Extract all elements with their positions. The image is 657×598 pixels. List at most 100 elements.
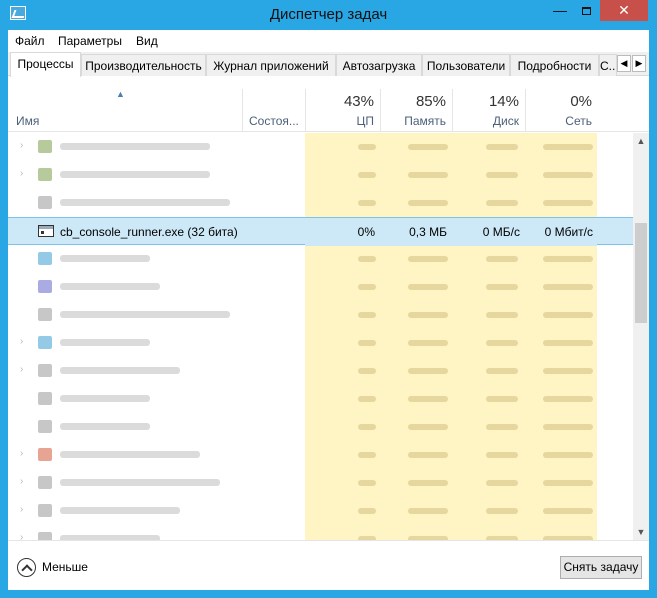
value-blurred — [543, 312, 593, 318]
value-blurred — [486, 284, 518, 290]
process-icon — [38, 308, 52, 321]
process-icon — [38, 504, 52, 517]
expand-chevron-icon[interactable]: › — [20, 448, 23, 459]
expand-chevron-icon[interactable]: › — [20, 168, 23, 179]
value-blurred — [486, 312, 518, 318]
col-memory[interactable]: Память — [404, 114, 446, 128]
col-name[interactable]: Имя — [16, 114, 39, 128]
scroll-down-icon[interactable]: ▼ — [633, 524, 649, 540]
tab-details[interactable]: Подробности — [510, 54, 599, 76]
value-blurred — [486, 256, 518, 262]
expand-chevron-icon[interactable]: › — [20, 364, 23, 375]
process-name-blurred — [60, 255, 150, 262]
process-name: cb_console_runner.exe (32 бита) — [60, 225, 238, 239]
value-blurred — [486, 200, 518, 206]
menu-view[interactable]: Вид — [136, 34, 158, 48]
tab-scroll-right-icon[interactable]: ▶ — [632, 55, 646, 72]
scroll-up-icon[interactable]: ▲ — [633, 133, 649, 149]
maximize-icon — [581, 7, 591, 16]
expand-chevron-icon[interactable]: › — [20, 504, 23, 515]
close-button[interactable]: ✕ — [600, 0, 648, 21]
value-blurred — [543, 368, 593, 374]
expand-chevron-icon[interactable]: › — [20, 336, 23, 347]
process-icon — [38, 280, 52, 293]
process-row[interactable] — [8, 245, 633, 273]
value-blurred — [408, 424, 448, 430]
process-row[interactable] — [8, 385, 633, 413]
value-blurred — [408, 312, 448, 318]
process-row[interactable] — [8, 413, 633, 441]
col-cpu[interactable]: ЦП — [356, 114, 374, 128]
process-row[interactable]: › — [8, 497, 633, 525]
expand-chevron-icon[interactable]: › — [20, 140, 23, 151]
value-blurred — [486, 340, 518, 346]
process-row[interactable] — [8, 301, 633, 329]
col-network[interactable]: Сеть — [565, 114, 592, 128]
fewer-details-icon[interactable] — [17, 558, 36, 577]
process-icon — [38, 252, 52, 265]
value-blurred — [408, 200, 448, 206]
expand-chevron-icon[interactable]: › — [20, 532, 23, 540]
value-blurred — [543, 480, 593, 486]
process-name-blurred — [60, 367, 180, 374]
memory-total[interactable]: 85% — [416, 93, 446, 110]
tab-processes[interactable]: Процессы — [10, 52, 81, 77]
tab-services[interactable]: С... — [599, 54, 617, 76]
scroll-thumb[interactable] — [635, 223, 647, 323]
value-blurred — [543, 340, 593, 346]
col-disk[interactable]: Диск — [493, 114, 519, 128]
maximize-button[interactable] — [573, 0, 599, 21]
process-icon — [38, 196, 52, 209]
menu-options[interactable]: Параметры — [58, 34, 122, 48]
close-icon: ✕ — [618, 2, 630, 18]
process-name-blurred — [60, 171, 210, 178]
process-rows: › › › › › › › › cb_console_runner.exe (32 бита)… — [8, 133, 633, 540]
process-name-blurred — [60, 339, 150, 346]
process-row[interactable] — [8, 189, 633, 217]
process-disk: 0 МБ/с — [482, 225, 520, 239]
selected-process-row[interactable]: cb_console_runner.exe (32 бита) 0% 0,3 М… — [8, 217, 633, 246]
tab-startup[interactable]: Автозагрузка — [336, 54, 422, 76]
col-separator — [242, 89, 243, 132]
tab-scroll-left-icon[interactable]: ◀ — [617, 55, 631, 72]
value-blurred — [486, 508, 518, 514]
tab-app-history[interactable]: Журнал приложений — [206, 54, 336, 76]
value-blurred — [543, 508, 593, 514]
value-blurred — [358, 144, 376, 150]
fewer-details-link[interactable]: Меньше — [42, 560, 88, 574]
task-manager-window: Диспетчер задач — ✕ Файл Параметры Вид П… — [0, 0, 657, 598]
vertical-scrollbar[interactable]: ▲ ▼ — [633, 133, 649, 540]
process-row[interactable]: › — [8, 357, 633, 385]
process-row[interactable]: › — [8, 441, 633, 469]
tab-users[interactable]: Пользователи — [422, 54, 510, 76]
process-row[interactable]: › — [8, 161, 633, 189]
network-total[interactable]: 0% — [570, 93, 592, 110]
client-area: Файл Параметры Вид Процессы Производител… — [8, 30, 649, 590]
process-row[interactable]: › — [8, 469, 633, 497]
value-blurred — [486, 172, 518, 178]
process-cpu: 0% — [357, 225, 375, 239]
col-status[interactable]: Состоя... — [249, 114, 299, 128]
tab-performance[interactable]: Производительность — [81, 54, 206, 76]
sort-arrow-icon: ▲ — [116, 89, 125, 99]
process-row[interactable] — [8, 273, 633, 301]
value-blurred — [408, 396, 448, 402]
end-task-button[interactable]: Снять задачу — [560, 556, 642, 579]
cpu-total[interactable]: 43% — [344, 93, 374, 110]
process-icon — [38, 140, 52, 153]
value-blurred — [358, 424, 376, 430]
process-icon — [38, 364, 52, 377]
value-blurred — [486, 424, 518, 430]
process-row[interactable]: › — [8, 133, 633, 161]
expand-chevron-icon[interactable]: › — [20, 476, 23, 487]
minimize-button[interactable]: — — [547, 0, 573, 21]
process-row[interactable]: › — [8, 329, 633, 357]
process-row[interactable]: › — [8, 525, 633, 540]
process-icon — [38, 448, 52, 461]
col-separator — [525, 89, 526, 132]
disk-total[interactable]: 14% — [489, 93, 519, 110]
value-blurred — [543, 284, 593, 290]
title-bar[interactable]: Диспетчер задач — ✕ — [0, 0, 657, 30]
menu-file[interactable]: Файл — [15, 34, 45, 48]
value-blurred — [543, 256, 593, 262]
